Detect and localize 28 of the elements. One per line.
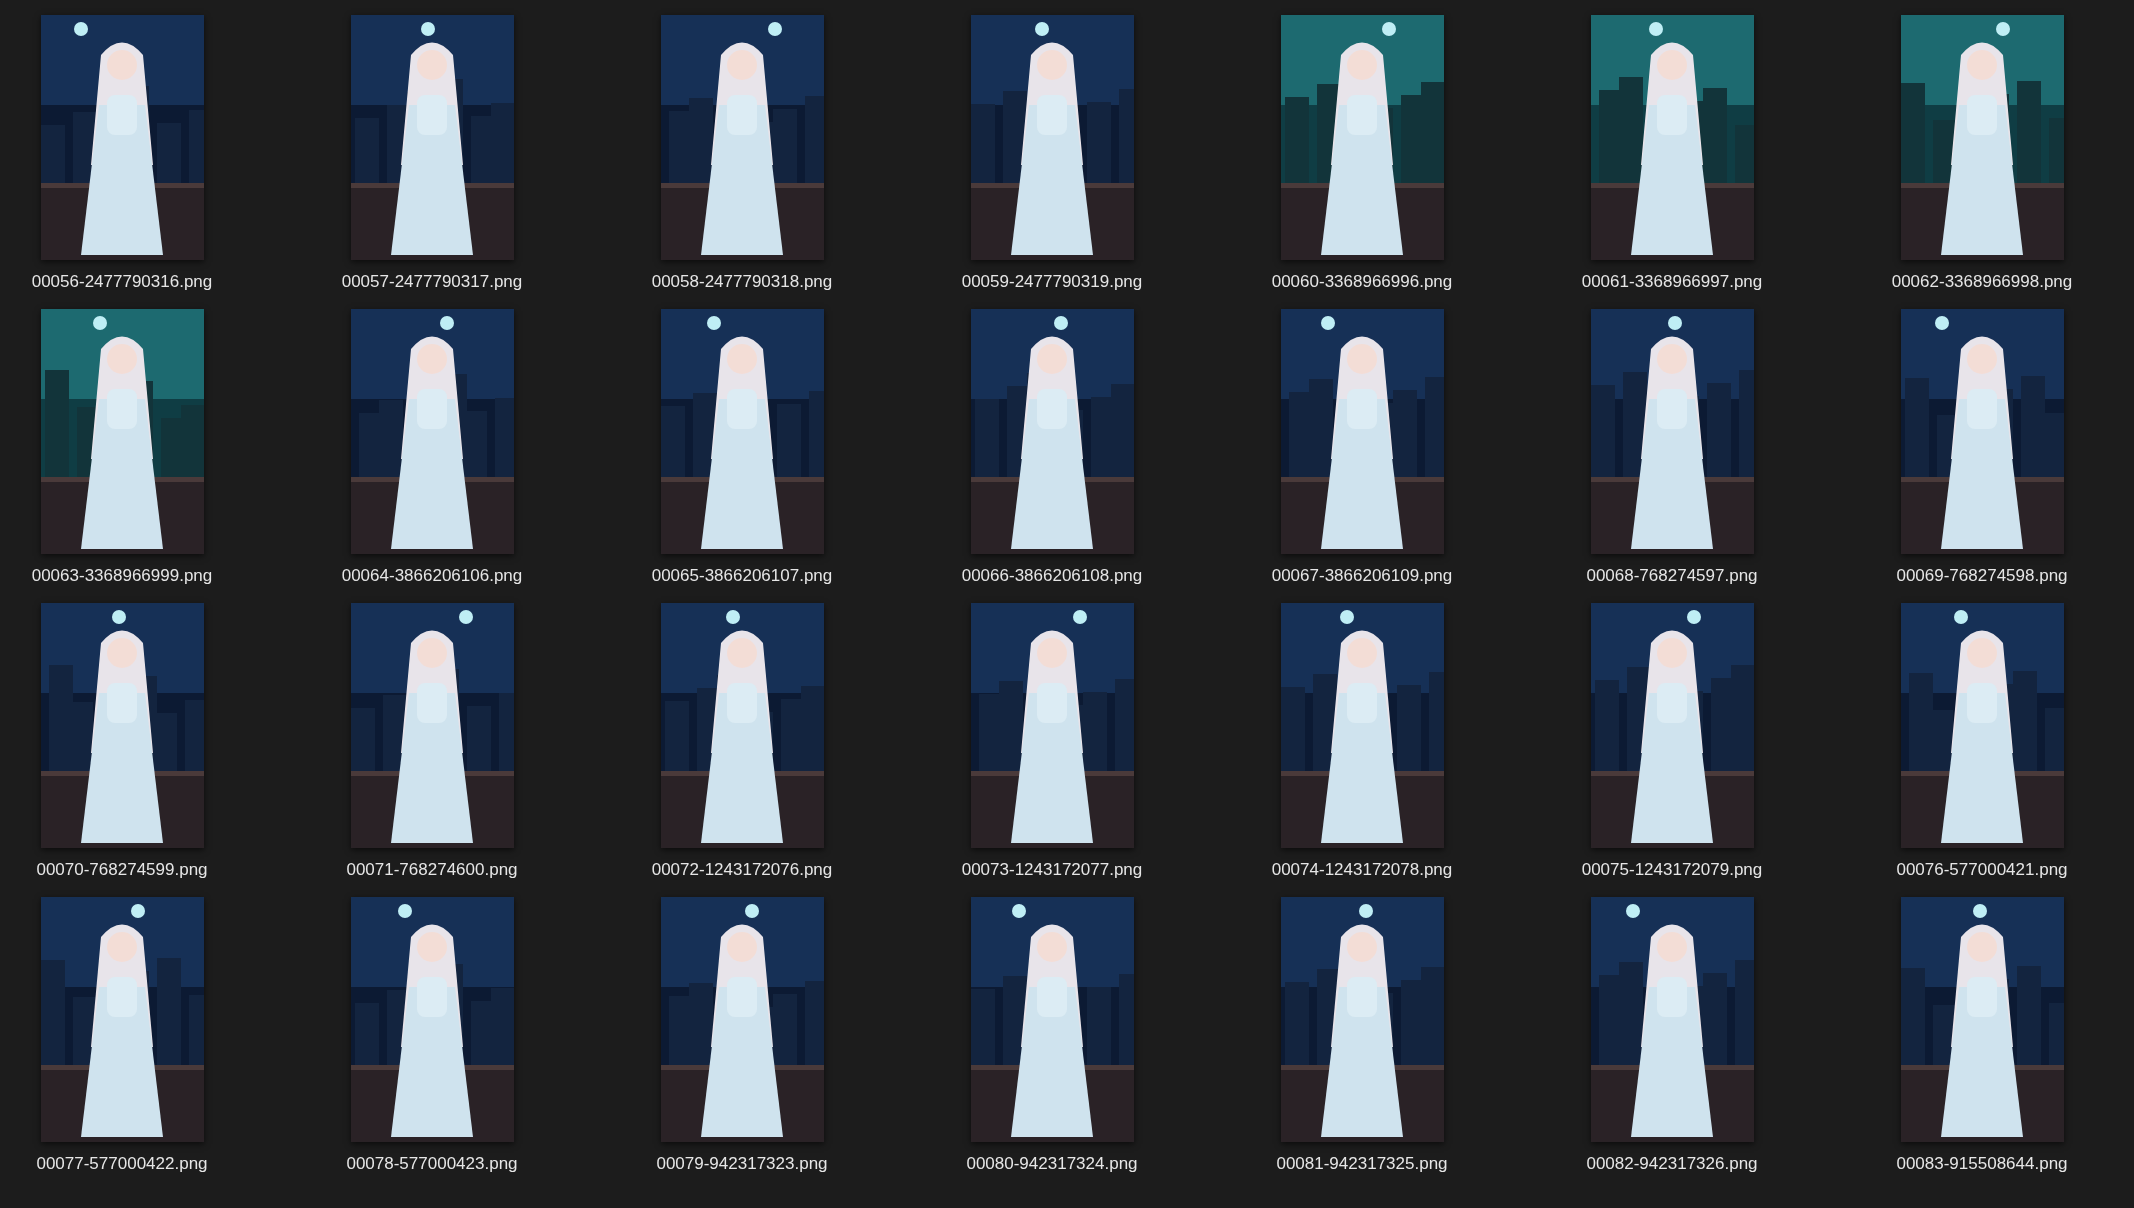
file-name[interactable]: 00071-768274600.png xyxy=(346,860,518,880)
file-name[interactable]: 00058-2477790318.png xyxy=(651,272,833,292)
file-name[interactable]: 00076-577000421.png xyxy=(1896,860,2068,880)
file-name[interactable]: 00083-915508644.png xyxy=(1896,1154,2068,1174)
file-name[interactable]: 00077-577000422.png xyxy=(36,1154,208,1174)
file-name[interactable]: 00060-3368966996.png xyxy=(1271,272,1453,292)
file-name[interactable]: 00074-1243172078.png xyxy=(1271,860,1453,880)
file-name[interactable]: 00067-3866206109.png xyxy=(1271,566,1453,586)
file-name[interactable]: 00075-1243172079.png xyxy=(1581,860,1763,880)
file-name[interactable]: 00073-1243172077.png xyxy=(961,860,1143,880)
file-name[interactable]: 00070-768274599.png xyxy=(36,860,208,880)
file-name[interactable]: 00066-3866206108.png xyxy=(961,566,1143,586)
file-name[interactable]: 00068-768274597.png xyxy=(1586,566,1758,586)
file-name[interactable]: 00072-1243172076.png xyxy=(651,860,833,880)
file-name[interactable]: 00081-942317325.png xyxy=(1276,1154,1448,1174)
file-name[interactable]: 00080-942317324.png xyxy=(966,1154,1138,1174)
file-name[interactable]: 00056-2477790316.png xyxy=(31,272,213,292)
file-name[interactable]: 00078-577000423.png xyxy=(346,1154,518,1174)
file-name[interactable]: 00063-3368966999.png xyxy=(31,566,213,586)
file-name[interactable]: 00061-3368966997.png xyxy=(1581,272,1763,292)
file-name[interactable]: 00079-942317323.png xyxy=(656,1154,828,1174)
file-name[interactable]: 00082-942317326.png xyxy=(1586,1154,1758,1174)
file-name[interactable]: 00069-768274598.png xyxy=(1896,566,2068,586)
file-name[interactable]: 00065-3866206107.png xyxy=(651,566,833,586)
file-name[interactable]: 00064-3866206106.png xyxy=(341,566,523,586)
file-name[interactable]: 00059-2477790319.png xyxy=(961,272,1143,292)
file-name[interactable]: 00062-3368966998.png xyxy=(1891,272,2073,292)
file-name[interactable]: 00057-2477790317.png xyxy=(341,272,523,292)
